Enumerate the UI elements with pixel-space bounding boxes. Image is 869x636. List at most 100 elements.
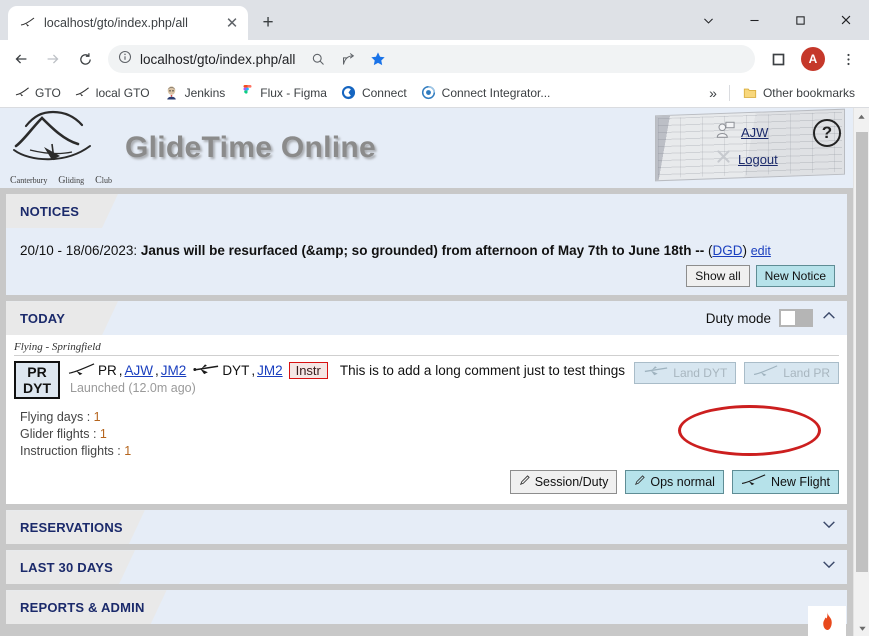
- close-icon[interactable]: ✕: [222, 13, 242, 33]
- bookmark-connect-integrator[interactable]: Connect Integrator...: [415, 82, 557, 104]
- browser-toolbar: localhost/gto/index.php/all A: [0, 40, 869, 78]
- today-tab[interactable]: TODAY: [6, 301, 118, 335]
- user-row: AJW: [715, 120, 768, 145]
- omnibox-actions: [303, 44, 393, 74]
- notice-author-link[interactable]: DGD: [712, 243, 742, 258]
- notices-panel-body: 20/10 - 18/06/2023: Janus will be resurf…: [6, 228, 847, 296]
- reservations-panel-header[interactable]: RESERVATIONS: [6, 510, 847, 545]
- help-button[interactable]: ?: [813, 119, 841, 147]
- reports-admin-tab[interactable]: REPORTS & ADMIN: [6, 590, 167, 624]
- land-glider-button[interactable]: Land PR: [744, 362, 839, 385]
- today-panel-header[interactable]: TODAY Duty mode: [6, 301, 847, 336]
- pencil-icon: [634, 474, 646, 490]
- notices-panel-header[interactable]: NOTICES: [6, 194, 847, 228]
- chevron-down-icon[interactable]: [821, 517, 837, 538]
- three-dot-menu-icon[interactable]: [833, 44, 863, 74]
- new-notice-button[interactable]: New Notice: [755, 265, 835, 288]
- back-arrow-icon[interactable]: [6, 44, 36, 74]
- logout-icon: [715, 148, 732, 170]
- stat-value: 1: [124, 444, 132, 459]
- username-link[interactable]: AJW: [741, 125, 768, 140]
- flight-status: Launched (12.0m ago): [70, 381, 196, 396]
- tug-plane-icon: [643, 365, 669, 381]
- zoom-search-icon[interactable]: [303, 44, 333, 74]
- stat-row: Instruction flights : 1: [20, 443, 839, 460]
- glider-icon: [20, 15, 36, 31]
- bookmark-gto[interactable]: GTO: [8, 82, 67, 104]
- reports-admin-tab-label: REPORTS & ADMIN: [20, 599, 145, 615]
- last-30-days-panel-header[interactable]: LAST 30 DAYS: [6, 550, 847, 585]
- scrollbar-thumb[interactable]: [856, 132, 868, 572]
- flame-icon[interactable]: [808, 606, 846, 636]
- browser-tab[interactable]: localhost/gto/index.php/all ✕: [8, 6, 248, 40]
- status-badge[interactable]: Instr: [288, 362, 328, 380]
- flight-registration-box[interactable]: PR DYT: [14, 361, 60, 400]
- duty-mode-label: Duty mode: [705, 310, 771, 326]
- duty-mode-control[interactable]: Duty mode: [705, 309, 813, 328]
- land-tug-button[interactable]: Land DYT: [634, 362, 737, 385]
- bookmark-local-gto[interactable]: local GTO: [69, 82, 156, 104]
- ops-normal-button[interactable]: Ops normal: [625, 470, 724, 495]
- reports-admin-panel-header[interactable]: REPORTS & ADMIN: [6, 590, 847, 625]
- flight-row: PR DYT PR, AJW, JM2 DYT , JM2 Instr This…: [14, 361, 839, 400]
- today-panel-body: Flying - Springfield PR DYT PR, AJW, JM2…: [6, 335, 847, 505]
- other-bookmarks-button[interactable]: Other bookmarks: [736, 82, 861, 104]
- new-flight-button[interactable]: New Flight: [731, 470, 839, 495]
- notices-tab-label: NOTICES: [20, 203, 80, 219]
- figma-icon: [239, 84, 255, 101]
- land-glider-label: Land PR: [783, 366, 830, 381]
- today-panel: TODAY Duty mode: [6, 301, 847, 336]
- glider-pilot2-link[interactable]: JM2: [161, 363, 187, 378]
- new-flight-label: New Flight: [770, 475, 830, 490]
- chevron-up-icon[interactable]: [821, 308, 837, 329]
- glider-pilot1-link[interactable]: AJW: [125, 363, 154, 378]
- bookmark-flux-figma[interactable]: Flux - Figma: [233, 82, 333, 104]
- page-title: GlideTime Online: [125, 131, 376, 164]
- stat-label: Instruction flights :: [20, 444, 121, 459]
- bookmark-label: Jenkins: [184, 85, 226, 100]
- notice-edit-link[interactable]: edit: [751, 244, 771, 258]
- share-icon[interactable]: [333, 44, 363, 74]
- forward-arrow-icon[interactable]: [38, 44, 68, 74]
- logout-link[interactable]: Logout: [738, 152, 778, 167]
- flight-stats: Flying days : 1 Glider flights : 1 Instr…: [14, 399, 839, 460]
- page-viewport: Canterbury Gliding Club GlideTime Online: [0, 108, 869, 636]
- bookmark-connect[interactable]: Connect: [335, 82, 413, 104]
- flight-details: PR, AJW, JM2 DYT , JM2 Instr This is to …: [68, 361, 626, 395]
- notices-buttons: Show all New Notice: [18, 262, 835, 288]
- notices-tab[interactable]: NOTICES: [6, 194, 118, 228]
- glider-icon: [75, 85, 91, 101]
- page-scrollbar[interactable]: [853, 108, 869, 636]
- address-bar-url: localhost/gto/index.php/all: [140, 51, 296, 67]
- ops-normal-label: Ops normal: [650, 475, 715, 490]
- avatar[interactable]: A: [801, 47, 825, 71]
- bookmarks-overflow-button[interactable]: »: [703, 85, 723, 101]
- new-tab-button[interactable]: +: [254, 9, 282, 37]
- site-info-icon[interactable]: [118, 50, 132, 69]
- bookmark-jenkins[interactable]: Jenkins: [158, 82, 232, 104]
- close-window-icon[interactable]: [823, 3, 869, 37]
- duty-mode-toggle[interactable]: [779, 309, 813, 328]
- today-tab-label: TODAY: [20, 310, 66, 326]
- glider-reg: PR: [27, 364, 47, 381]
- extensions-icon[interactable]: [763, 44, 793, 74]
- session-duty-button[interactable]: Session/Duty: [509, 470, 618, 495]
- browser-titlebar: localhost/gto/index.php/all ✕ +: [0, 0, 869, 40]
- tug-pilot-link[interactable]: JM2: [257, 363, 283, 378]
- show-all-button[interactable]: Show all: [686, 265, 750, 288]
- scroll-up-arrow-icon[interactable]: [854, 108, 869, 124]
- chevron-down-icon[interactable]: [821, 557, 837, 578]
- browser-window: localhost/gto/index.php/all ✕ + localhos…: [0, 0, 869, 636]
- maximize-icon[interactable]: [777, 3, 823, 37]
- bookmark-star-icon[interactable]: [363, 44, 393, 74]
- notice-date: 20/10 - 18/06/2023:: [20, 243, 138, 258]
- jenkins-butler-icon: [164, 85, 180, 101]
- reservations-tab[interactable]: RESERVATIONS: [6, 510, 145, 544]
- minimize-icon[interactable]: [731, 3, 777, 37]
- tab-search-icon[interactable]: [685, 3, 731, 37]
- flight-comment: This is to add a long comment just to te…: [339, 363, 626, 379]
- address-bar[interactable]: localhost/gto/index.php/all: [108, 45, 755, 73]
- scroll-down-arrow-icon[interactable]: [854, 620, 869, 636]
- reload-icon[interactable]: [70, 44, 100, 74]
- last-30-days-tab[interactable]: LAST 30 DAYS: [6, 550, 135, 584]
